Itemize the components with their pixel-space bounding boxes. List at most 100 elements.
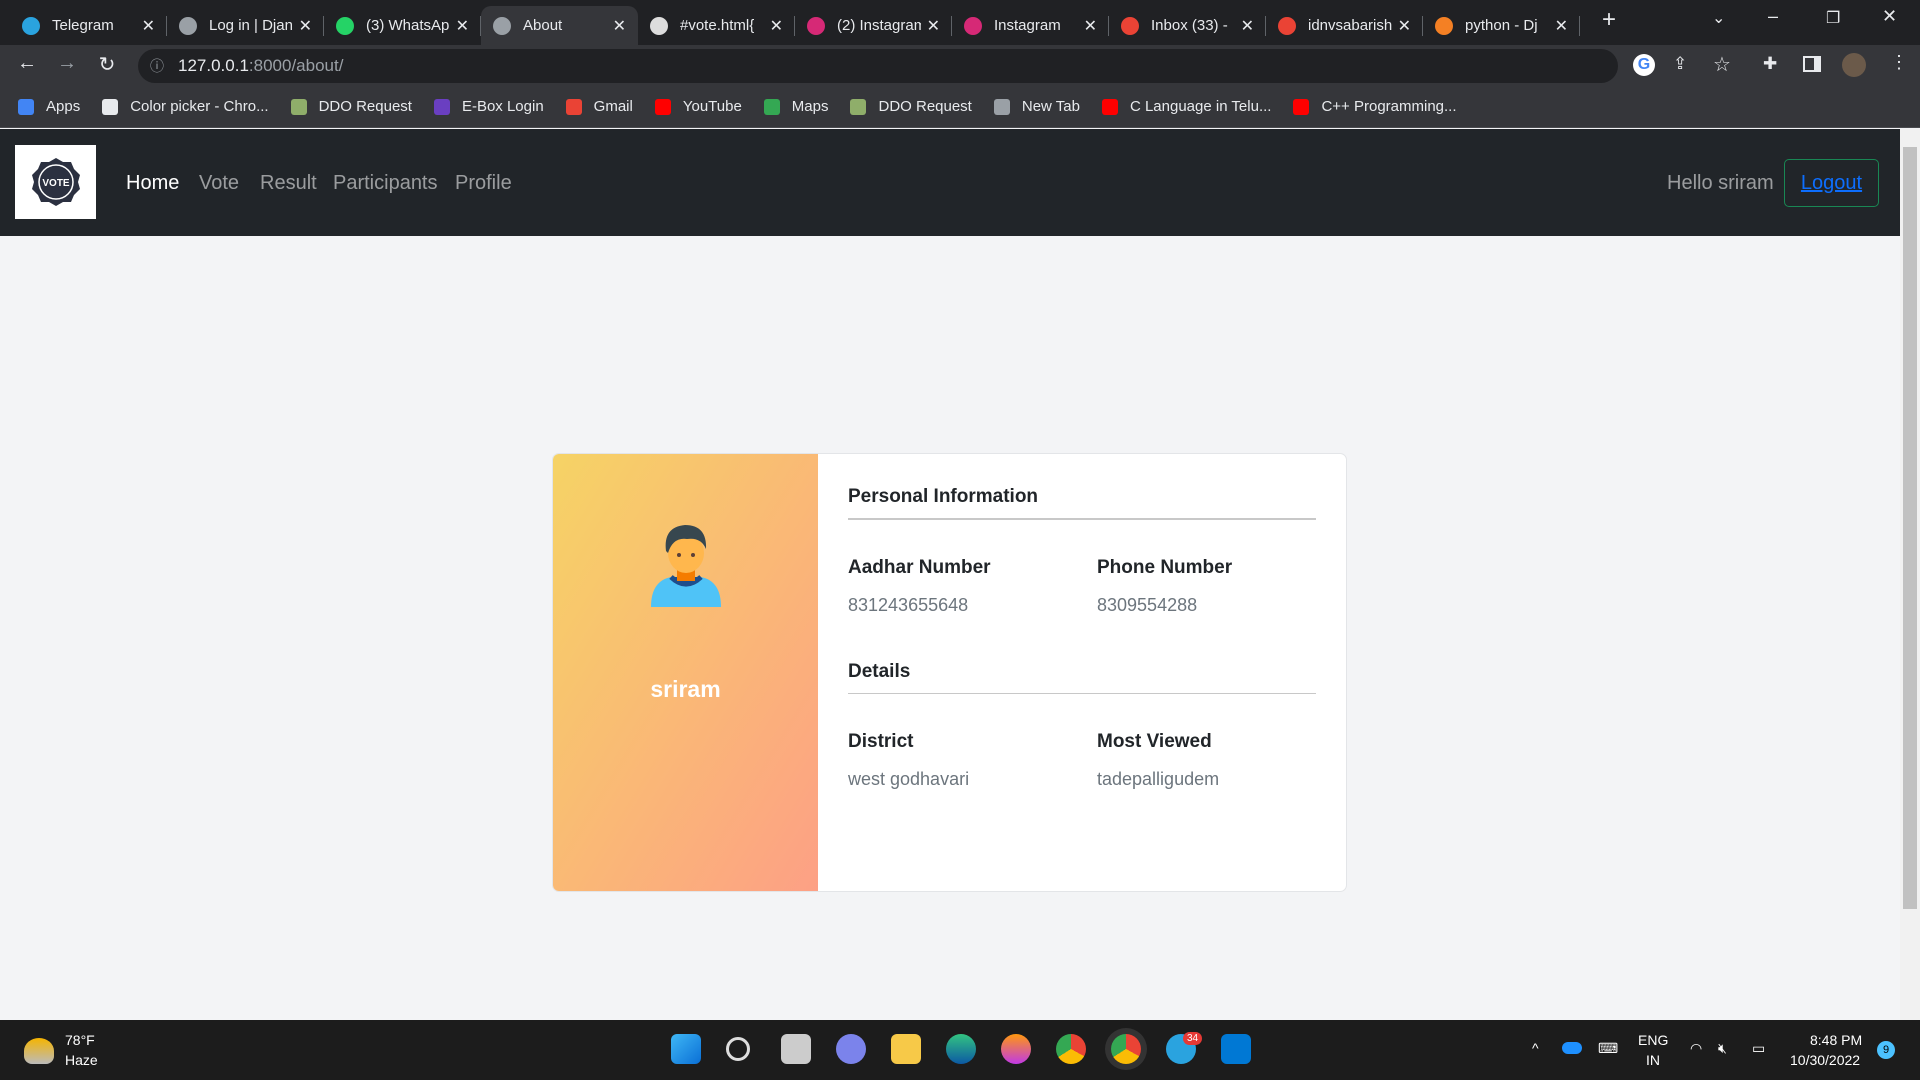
tab[interactable]: Telegram ✕ bbox=[10, 6, 167, 45]
google-icon[interactable]: G bbox=[1633, 54, 1655, 76]
tab[interactable]: Log in | Django ✕ bbox=[167, 6, 324, 45]
bookmark-item[interactable]: YouTube bbox=[654, 98, 742, 115]
nav-home[interactable]: Home bbox=[126, 172, 179, 195]
profile-card: sriram Personal Information Aadhar Numbe… bbox=[552, 453, 1347, 892]
start-icon[interactable] bbox=[671, 1034, 701, 1064]
restore-button[interactable]: ❐ bbox=[1826, 8, 1840, 28]
bookmark-item[interactable]: C Language in Telu... bbox=[1101, 98, 1272, 115]
close-tab-icon[interactable]: ✕ bbox=[456, 16, 469, 36]
close-tab-icon[interactable]: ✕ bbox=[1555, 16, 1568, 36]
weather-condition[interactable]: Haze bbox=[65, 1052, 98, 1068]
info-icon[interactable]: ⓘ bbox=[150, 56, 164, 76]
tab-title: python - Dj bbox=[1465, 17, 1538, 34]
bookmark-item[interactable]: New Tab bbox=[993, 98, 1080, 115]
forward-icon[interactable]: → bbox=[53, 52, 81, 75]
onedrive-icon[interactable] bbox=[1562, 1042, 1582, 1054]
bookmark-item[interactable]: DDO Request bbox=[290, 98, 412, 115]
clock-time[interactable]: 8:48 PM bbox=[1810, 1032, 1862, 1048]
close-tab-icon[interactable]: ✕ bbox=[1398, 16, 1411, 36]
close-tab-icon[interactable]: ✕ bbox=[1084, 16, 1097, 36]
weather-temp[interactable]: 78°F bbox=[65, 1032, 95, 1048]
profile-avatar[interactable] bbox=[1842, 53, 1866, 77]
file-explorer-icon[interactable] bbox=[891, 1034, 921, 1064]
tab[interactable]: (3) WhatsApp ✕ bbox=[324, 6, 481, 45]
menu-icon[interactable]: ⋮ bbox=[1890, 52, 1908, 73]
bookmark-item[interactable]: DDO Request bbox=[850, 98, 972, 115]
tab[interactable]: (2) Instagram ✕ bbox=[795, 6, 952, 45]
close-tab-icon[interactable]: ✕ bbox=[613, 16, 626, 36]
back-icon[interactable]: ← bbox=[13, 52, 41, 75]
tray-chevron-icon[interactable]: ^ bbox=[1532, 1040, 1539, 1056]
close-tab-icon[interactable]: ✕ bbox=[142, 16, 155, 36]
vscode-icon[interactable] bbox=[1221, 1034, 1251, 1064]
nav-profile[interactable]: Profile bbox=[455, 172, 512, 195]
extensions-icon[interactable]: ✚ bbox=[1763, 54, 1777, 74]
bookmark-label: Gmail bbox=[593, 98, 633, 115]
bookmark-label: New Tab bbox=[1021, 98, 1080, 115]
close-window-button[interactable]: ✕ bbox=[1882, 6, 1897, 27]
tab-title: idnvsabarish bbox=[1308, 17, 1392, 34]
bookmark-star-icon[interactable]: ☆ bbox=[1713, 52, 1731, 77]
share-icon[interactable]: ⇪ bbox=[1673, 54, 1687, 74]
tab[interactable]: Inbox (33) - ✕ bbox=[1109, 6, 1266, 45]
profile-sidebar: sriram bbox=[553, 454, 818, 891]
new-tab-button[interactable]: + bbox=[1602, 6, 1616, 34]
teams-chat-icon[interactable] bbox=[836, 1034, 866, 1064]
tab-title: Inbox (33) - bbox=[1151, 17, 1228, 34]
nav-result[interactable]: Result bbox=[260, 172, 317, 195]
notification-badge[interactable]: 9 bbox=[1877, 1041, 1895, 1059]
tab[interactable]: About ✕ bbox=[481, 6, 638, 45]
side-panel-icon[interactable] bbox=[1803, 56, 1821, 72]
bookmark-item[interactable]: Color picker - Chro... bbox=[102, 98, 269, 115]
nav-participants[interactable]: Participants bbox=[333, 172, 438, 195]
scrollbar-thumb[interactable] bbox=[1903, 147, 1917, 909]
clock-date[interactable]: 10/30/2022 bbox=[1790, 1052, 1860, 1068]
task-view-icon[interactable] bbox=[781, 1034, 811, 1064]
minimize-button[interactable]: – bbox=[1768, 6, 1778, 27]
bookmark-item[interactable]: C++ Programming... bbox=[1293, 98, 1457, 115]
firefox-icon[interactable] bbox=[1001, 1034, 1031, 1064]
vote-logo[interactable]: VOTE bbox=[15, 145, 96, 219]
bookmark-item[interactable]: Gmail bbox=[565, 98, 633, 115]
bookmark-favicon-icon bbox=[565, 98, 582, 115]
battery-icon[interactable]: ▭ bbox=[1752, 1040, 1765, 1057]
search-icon[interactable] bbox=[726, 1037, 750, 1061]
edge-icon[interactable] bbox=[946, 1034, 976, 1064]
phone-label: Phone Number bbox=[1097, 557, 1233, 578]
bookmark-item[interactable]: Apps bbox=[18, 98, 80, 115]
svg-text:VOTE: VOTE bbox=[42, 178, 70, 189]
telegram-icon bbox=[22, 16, 40, 35]
bookmark-label: Color picker - Chro... bbox=[130, 98, 269, 115]
tab-title: #vote.html{ bbox=[680, 17, 755, 34]
bookmark-item[interactable]: E-Box Login bbox=[433, 98, 544, 115]
volume-muted-icon[interactable]: 🔇︎ bbox=[1718, 1040, 1727, 1057]
wifi-icon[interactable]: ◠ bbox=[1690, 1040, 1702, 1057]
tab-search-icon[interactable]: ⌄ bbox=[1712, 8, 1725, 28]
weather-icon[interactable] bbox=[24, 1038, 54, 1064]
bookmark-label: C Language in Telu... bbox=[1129, 98, 1272, 115]
chrome-profile-icon[interactable] bbox=[1111, 1034, 1141, 1064]
reload-icon[interactable]: ↻ bbox=[93, 52, 121, 77]
divider bbox=[848, 693, 1316, 694]
instagram-icon bbox=[807, 16, 825, 35]
tab[interactable]: python - Dj ✕ bbox=[1423, 6, 1580, 45]
tab-title: Log in | Django bbox=[209, 17, 293, 34]
district-value: west godhavari bbox=[848, 769, 970, 789]
bookmark-item[interactable]: Maps bbox=[763, 98, 828, 115]
address-bar[interactable]: ⓘ 127.0.0.1:8000/about/ bbox=[138, 49, 1618, 83]
tab[interactable]: Instagram ✕ bbox=[952, 6, 1109, 45]
tab[interactable]: #vote.html{ ✕ bbox=[638, 6, 795, 45]
language-eng[interactable]: ENG bbox=[1638, 1032, 1668, 1048]
nav-vote[interactable]: Vote bbox=[199, 172, 239, 195]
chrome-icon[interactable] bbox=[1056, 1034, 1086, 1064]
logout-button[interactable]: Logout bbox=[1784, 159, 1879, 207]
close-tab-icon[interactable]: ✕ bbox=[1241, 16, 1254, 36]
close-tab-icon[interactable]: ✕ bbox=[927, 16, 940, 36]
keyboard-icon[interactable]: ⌨ bbox=[1598, 1040, 1618, 1057]
close-tab-icon[interactable]: ✕ bbox=[770, 16, 783, 36]
gmail-icon bbox=[1278, 16, 1296, 35]
close-tab-icon[interactable]: ✕ bbox=[299, 16, 312, 36]
bookmark-favicon-icon bbox=[1101, 98, 1118, 115]
tab[interactable]: idnvsabarish ✕ bbox=[1266, 6, 1423, 45]
language-in[interactable]: IN bbox=[1646, 1052, 1660, 1068]
